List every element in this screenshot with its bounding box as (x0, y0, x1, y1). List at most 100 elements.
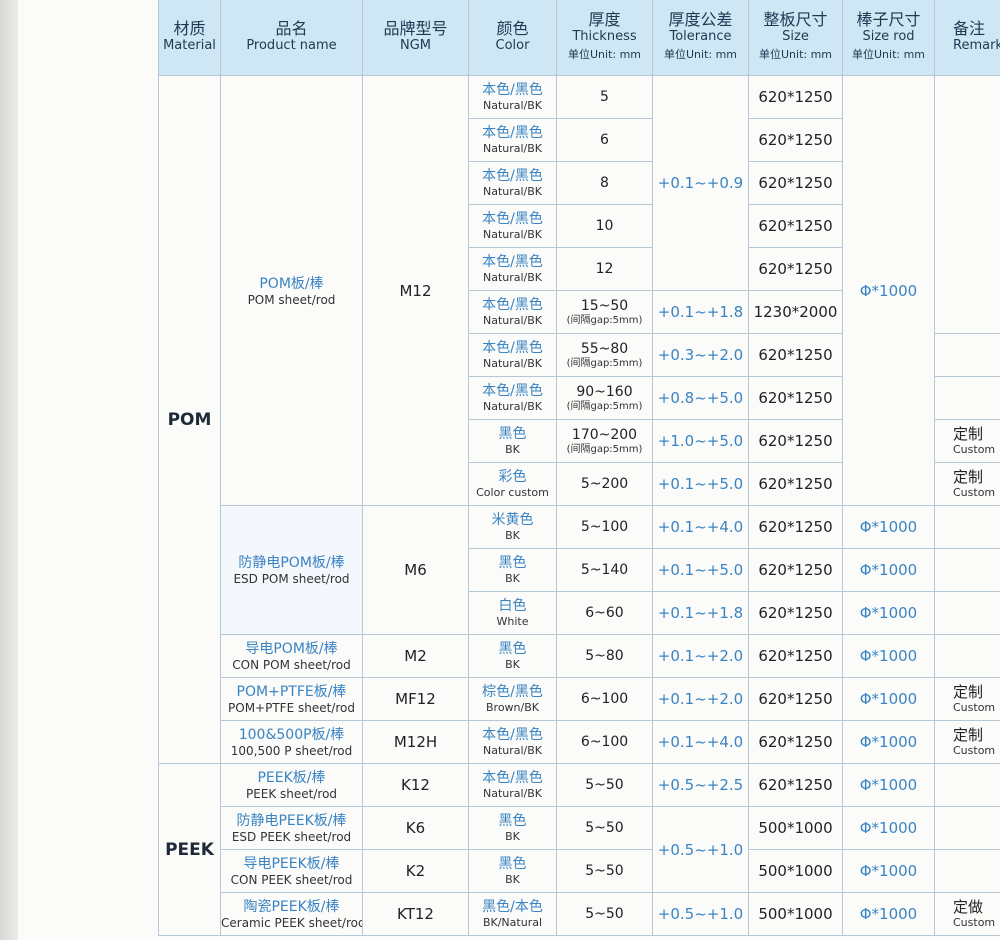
thickness-cell: 5~50 (556, 892, 653, 936)
thickness-cell: 170~200 (间隔gap:5mm) (556, 419, 653, 463)
color-cell: 本色/黑色 Natural/BK (468, 161, 557, 205)
size-cell: 620*1250 (748, 462, 843, 506)
color-cell: 白色 White (468, 591, 557, 635)
color-cell: 黑色 BK (468, 634, 557, 678)
grade-cell-k6: K6 (362, 806, 469, 850)
color-cell: 本色/黑色 Natural/BK (468, 118, 557, 162)
size-cell: 1230*2000 (748, 290, 843, 334)
product-cell-100-500p: 100&500P板/棒 100,500 P sheet/rod (220, 720, 363, 764)
page-binding-edge (0, 0, 18, 940)
thickness-cell: 6 (556, 118, 653, 162)
header-row: 材质 Material 品名 Product name 品牌型号 NGM 颜色 Colo… (158, 0, 1000, 76)
rod-cell: Φ*1000 (842, 591, 935, 635)
size-cell: 620*1250 (748, 333, 843, 377)
grade-cell-m2: M2 (362, 634, 469, 678)
grade-cell-mf12: MF12 (362, 677, 469, 721)
table-row: 陶瓷PEEK板/棒 Ceramic PEEK sheet/rod KT12 黑色/… (159, 892, 1000, 936)
table-row: 100&500P板/棒 100,500 P sheet/rod M12H 本色/黑… (159, 720, 1000, 764)
color-cell: 米黄色 BK (468, 505, 557, 549)
tolerance-cell: +0.1~+2.0 (652, 634, 749, 678)
color-cell: 黑色 BK (468, 419, 557, 463)
color-cell: 棕色/黑色 Brown/BK (468, 677, 557, 721)
thickness-cell: 6~100 (556, 720, 653, 764)
grade-cell-kt12: KT12 (362, 892, 469, 936)
header-tolerance: 厚度公差 Tolerance 单位Unit: mm (652, 0, 749, 76)
header-thickness: 厚度 Thickness 单位Unit: mm (556, 0, 653, 76)
rod-cell: Φ*1000 (842, 548, 935, 592)
table-row: POM POM板/棒 POM sheet/rod M12 本色/黑色 Natural… (158, 75, 1000, 764)
rod-cell: Φ*1000 (842, 720, 935, 764)
thickness-cell: 90~160 (间隔gap:5mm) (556, 376, 653, 420)
tolerance-cell: +0.1~+1.8 (652, 591, 749, 635)
color-cell: 黑色 BK (468, 849, 557, 893)
size-cell: 620*1250 (748, 204, 843, 248)
remark-cell: 定制 Custom (934, 419, 1000, 463)
size-cell: 500*1000 (748, 806, 843, 850)
tolerance-cell: +0.1~+4.0 (652, 720, 749, 764)
table-row: 导电POM板/棒 CON POM sheet/rod M2 黑色 BK 5~80 +… (159, 634, 1000, 678)
remark-cell (934, 75, 1000, 334)
rod-cell: Φ*1000 (842, 75, 935, 506)
remark-cell: 定制 Custom (934, 462, 1000, 506)
tolerance-cell: +0.1~+5.0 (652, 548, 749, 592)
tolerance-cell: +1.0~+5.0 (652, 419, 749, 463)
color-cell: 本色/黑色 Natural/BK (468, 720, 557, 764)
color-cell: 本色/黑色 Natural/BK (468, 376, 557, 420)
remark-cell (934, 376, 1000, 420)
size-cell: 620*1250 (748, 548, 843, 592)
rod-cell: Φ*1000 (842, 634, 935, 678)
color-cell: 本色/黑色 Natural/BK (468, 204, 557, 248)
thickness-cell: 5 (556, 75, 653, 119)
thickness-cell: 5~50 (556, 763, 653, 807)
thickness-cell: 10 (556, 204, 653, 248)
product-cell-esd-peek: 防静电PEEK板/棒 ESD PEEK sheet/rod (220, 806, 363, 850)
thickness-cell: 8 (556, 161, 653, 205)
header-size: 整板尺寸 Size 单位Unit: mm (748, 0, 843, 76)
thickness-cell: 5~50 (556, 849, 653, 893)
grade-cell-m12h: M12H (362, 720, 469, 764)
tolerance-cell: +0.1~+0.9 (652, 75, 749, 291)
thickness-cell: 6~100 (556, 677, 653, 721)
material-spec-table: 材质 Material 品名 Product name 品牌型号 NGM 颜色 Colo… (158, 0, 1000, 936)
color-cell: 本色/黑色 Natural/BK (468, 763, 557, 807)
table-row: 导电PEEK板/棒 CON PEEK sheet/rod K2 黑色 BK 5~50… (159, 849, 1000, 893)
table-row: PEEK PEEK板/棒 PEEK sheet/rod K12 本色/黑色 Natu… (158, 763, 1000, 936)
product-cell-esd-pom: 防静电POM板/棒 ESD POM sheet/rod (220, 505, 363, 635)
rod-cell: Φ*1000 (842, 892, 935, 936)
color-cell: 本色/黑色 Natural/BK (468, 75, 557, 119)
size-cell: 620*1250 (748, 118, 843, 162)
header-remark: 备注 Remark (934, 0, 1000, 76)
rod-cell: Φ*1000 (842, 763, 935, 807)
size-cell: 620*1250 (748, 591, 843, 635)
tolerance-cell: +0.1~+2.0 (652, 677, 749, 721)
remark-cell (934, 591, 1000, 635)
thickness-cell: 6~60 (556, 591, 653, 635)
grade-cell-m6: M6 (362, 505, 469, 635)
header-grade: 品牌型号 NGM (362, 0, 469, 76)
grade-cell-m12: M12 (362, 75, 469, 506)
size-cell: 620*1250 (748, 505, 843, 549)
remark-cell: 定做 Custom (934, 892, 1000, 936)
thickness-cell: 12 (556, 247, 653, 291)
remark-cell (934, 548, 1000, 592)
material-cell-pom: POM (158, 75, 221, 764)
thickness-cell: 5~140 (556, 548, 653, 592)
remark-cell (934, 333, 1000, 377)
table-row: 防静电POM板/棒 ESD POM sheet/rod M6 米黄色 BK 5~10… (159, 505, 1000, 635)
tolerance-cell: +0.1~+1.8 (652, 290, 749, 334)
tolerance-cell: +0.1~+4.0 (652, 505, 749, 549)
rod-cell: Φ*1000 (842, 677, 935, 721)
thickness-cell: 5~50 (556, 806, 653, 850)
tolerance-cell: +0.1~+5.0 (652, 462, 749, 506)
product-cell-peek: PEEK板/棒 PEEK sheet/rod (220, 763, 363, 807)
color-cell: 彩色 Color custom (468, 462, 557, 506)
size-cell: 620*1250 (748, 161, 843, 205)
size-cell: 620*1250 (748, 763, 843, 807)
tolerance-cell: +0.5~+1.0 (652, 892, 749, 936)
size-cell: 620*1250 (748, 677, 843, 721)
product-cell-ceramic-peek: 陶瓷PEEK板/棒 Ceramic PEEK sheet/rod (220, 892, 363, 936)
color-cell: 本色/黑色 Natural/BK (468, 290, 557, 334)
table-row: POM+PTFE板/棒 POM+PTFE sheet/rod MF12 棕色/黑色… (159, 677, 1000, 721)
remark-cell (934, 763, 1000, 807)
rod-cell: Φ*1000 (842, 849, 935, 893)
